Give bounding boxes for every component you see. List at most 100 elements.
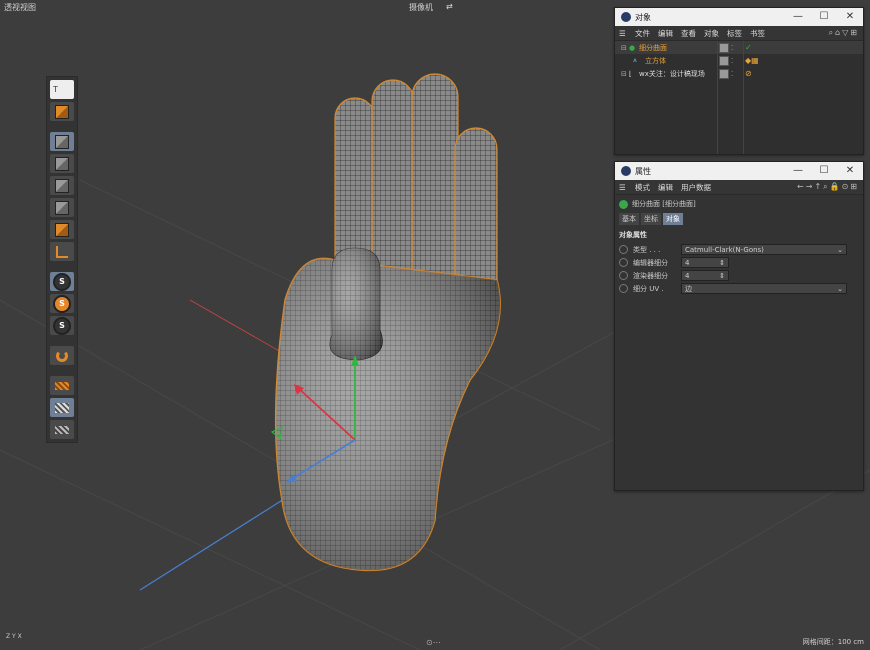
visibility-checkbox[interactable] bbox=[719, 68, 729, 79]
keyframe-radio[interactable] bbox=[619, 258, 628, 267]
axis-orientation-label: Z Y X bbox=[6, 633, 22, 640]
maximize-icon[interactable]: ☐ bbox=[811, 162, 837, 180]
edges-mode-button[interactable] bbox=[50, 198, 74, 217]
magnet-icon bbox=[56, 349, 68, 362]
prop-render-subdiv: 渲染器细分 4 ⇕ bbox=[619, 269, 859, 282]
planar-workplane-button[interactable] bbox=[50, 420, 74, 439]
objects-panel-title: 对象 bbox=[635, 12, 651, 22]
locked-workplane-button[interactable] bbox=[50, 398, 74, 417]
prop-label: 编辑器细分 bbox=[633, 258, 668, 267]
workplane-button[interactable] bbox=[50, 376, 74, 395]
snap-mode-button[interactable]: S bbox=[50, 316, 74, 335]
snap-s-icon: S bbox=[53, 316, 71, 335]
object-name[interactable]: 立方体 bbox=[645, 56, 666, 66]
keyframe-radio[interactable] bbox=[619, 271, 628, 280]
polygon-cube-icon bbox=[55, 222, 69, 237]
visibility-checkbox[interactable] bbox=[719, 42, 729, 53]
object-name[interactable]: 细分曲面 bbox=[639, 43, 667, 53]
tab-object[interactable]: 对象 bbox=[663, 213, 683, 225]
object-row-cube[interactable]: ⩚ 立方体 ⁚ ◆▦ bbox=[615, 54, 863, 67]
render-subdiv-stepper[interactable]: 4 ⇕ bbox=[681, 270, 729, 281]
editor-subdiv-stepper[interactable]: 4 ⇕ bbox=[681, 257, 729, 268]
points-mode-button[interactable] bbox=[50, 176, 74, 195]
object-row-watermark[interactable]: ⊟ ⌊ wx关注：设计稿现场 ⁚ ⊘ bbox=[615, 67, 863, 80]
menu-edit[interactable]: 编辑 bbox=[658, 28, 673, 39]
minimize-icon[interactable]: — bbox=[785, 162, 811, 180]
minimize-icon[interactable]: — bbox=[785, 8, 811, 26]
grid-lock-icon bbox=[55, 402, 69, 413]
prop-type: 类型 . . . Catmull-Clark(N-Gons) ⌄ bbox=[619, 243, 859, 256]
tab-basic[interactable]: 基本 bbox=[619, 213, 639, 225]
cube-object-icon: ⩚ bbox=[633, 56, 637, 64]
prop-label: 渲染器细分 bbox=[633, 271, 668, 280]
menu-object[interactable]: 对象 bbox=[704, 28, 719, 39]
objects-titlebar[interactable]: 对象 — ☐ ✕ bbox=[615, 8, 863, 26]
visibility-checkbox[interactable] bbox=[719, 55, 729, 66]
hamburger-menu-icon[interactable]: ☰ bbox=[619, 29, 629, 38]
select-value: 边 bbox=[685, 284, 692, 293]
tool-palette: T S S S bbox=[46, 76, 78, 443]
cinema4d-logo-icon bbox=[621, 12, 631, 22]
menu-edit[interactable]: 编辑 bbox=[658, 182, 673, 193]
snap-settings-button[interactable]: S bbox=[50, 294, 74, 313]
snap-s-icon: S bbox=[53, 272, 71, 291]
texture-mode-button[interactable] bbox=[50, 154, 74, 173]
render-dots-icon[interactable]: ⁚ bbox=[731, 44, 733, 52]
attributes-titlebar[interactable]: 属性 — ☐ ✕ bbox=[615, 162, 863, 180]
subdivision-surface-icon bbox=[619, 199, 628, 209]
object-row-subdivision[interactable]: ⊟ ● 细分曲面 ⁚ ✓ bbox=[615, 41, 863, 54]
hamburger-menu-icon[interactable]: ☰ bbox=[619, 183, 629, 192]
snap-button[interactable]: S bbox=[50, 272, 74, 291]
menu-tags[interactable]: 标签 bbox=[727, 28, 742, 39]
checker-cube-icon bbox=[55, 156, 69, 171]
axis-mode-button[interactable] bbox=[50, 242, 74, 261]
select-value: Catmull-Clark(N-Gons) bbox=[685, 245, 764, 254]
cube-icon bbox=[55, 104, 69, 119]
type-select[interactable]: Catmull-Clark(N-Gons) ⌄ bbox=[681, 244, 847, 255]
edges-cube-icon bbox=[55, 200, 69, 215]
enabled-check-icon[interactable]: ✓ bbox=[745, 43, 752, 52]
menu-user-data[interactable]: 用户数据 bbox=[681, 182, 711, 193]
close-icon[interactable]: ✕ bbox=[837, 162, 863, 180]
search-home-filter-icons[interactable]: ⌕⌂▽⊞ bbox=[829, 28, 859, 38]
menu-view[interactable]: 查看 bbox=[681, 28, 696, 39]
cinema4d-logo-icon bbox=[621, 166, 631, 176]
text-tool-label: T bbox=[53, 85, 58, 94]
subdivision-icon: ● bbox=[629, 43, 636, 52]
workplane-icon bbox=[55, 381, 69, 390]
axis-corner-icon bbox=[56, 245, 68, 258]
attributes-panel-title: 属性 bbox=[635, 166, 651, 176]
material-tag-icon[interactable]: ◆▦ bbox=[745, 56, 759, 65]
text-tool-button[interactable]: T bbox=[50, 80, 74, 99]
nav-back-forward-icons[interactable]: ←→↑⌕🔒⊙⊞ bbox=[797, 182, 859, 192]
points-cube-icon bbox=[55, 178, 69, 193]
stepper-arrows-icon[interactable]: ⇕ bbox=[719, 259, 725, 267]
protection-tag-icon[interactable]: ⊘ bbox=[745, 69, 752, 78]
attributes-panel: 属性 — ☐ ✕ ☰ 模式 编辑 用户数据 ←→↑⌕🔒⊙⊞ 细分曲面 [细分曲面… bbox=[614, 161, 864, 491]
tab-coords[interactable]: 坐标 bbox=[641, 213, 661, 225]
close-icon[interactable]: ✕ bbox=[837, 8, 863, 26]
menu-bookmarks[interactable]: 书签 bbox=[750, 28, 765, 39]
render-dots-icon[interactable]: ⁚ bbox=[731, 57, 733, 65]
model-mode-button[interactable] bbox=[50, 132, 74, 151]
menu-file[interactable]: 文件 bbox=[635, 28, 650, 39]
grid-icon bbox=[55, 425, 69, 434]
maximize-icon[interactable]: ☐ bbox=[811, 8, 837, 26]
uv-select[interactable]: 边 ⌄ bbox=[681, 283, 847, 294]
column-divider bbox=[717, 41, 718, 154]
column-divider bbox=[743, 41, 744, 154]
prop-label: 细分 UV . bbox=[633, 284, 664, 293]
object-name[interactable]: wx关注：设计稿现场 bbox=[639, 69, 705, 79]
keyframe-radio[interactable] bbox=[619, 284, 628, 293]
polygons-mode-button[interactable] bbox=[50, 220, 74, 239]
create-object-button[interactable] bbox=[50, 102, 74, 121]
magnet-tool-button[interactable] bbox=[50, 346, 74, 365]
stepper-arrows-icon[interactable]: ⇕ bbox=[719, 272, 725, 280]
snap-s-icon: S bbox=[53, 294, 71, 313]
menu-mode[interactable]: 模式 bbox=[635, 182, 650, 193]
keyframe-radio[interactable] bbox=[619, 245, 628, 254]
prop-subdiv-uv: 细分 UV . 边 ⌄ bbox=[619, 282, 859, 295]
attribute-tabs: 基本 坐标 对象 bbox=[619, 213, 859, 225]
render-dots-icon[interactable]: ⁚ bbox=[731, 70, 733, 78]
viewport-nav-icon[interactable]: ⊙⋯ bbox=[426, 638, 441, 647]
